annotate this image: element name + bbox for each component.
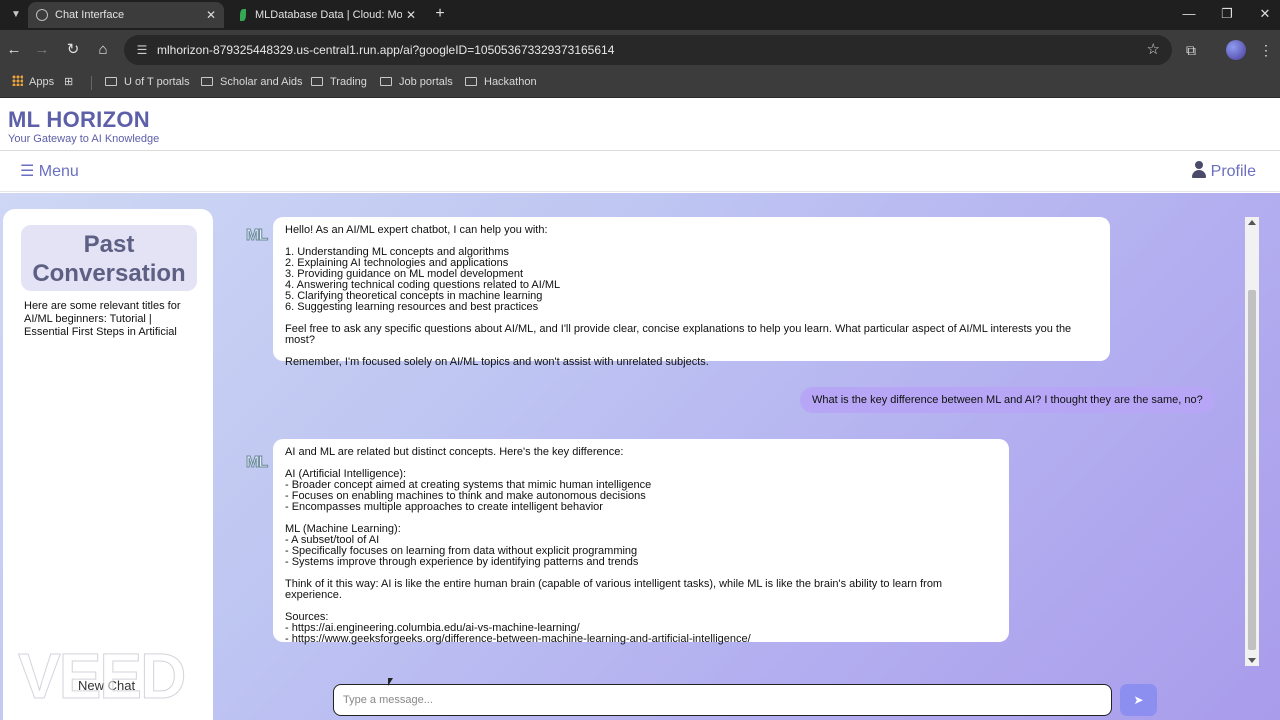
bookmark-label: Scholar and Aids — [220, 76, 303, 88]
bot-message: Hello! As an AI/ML expert chatbot, I can… — [273, 217, 1110, 368]
folder-icon — [105, 77, 117, 86]
bookmark-folder[interactable]: Hackathon — [465, 70, 537, 96]
forward-arrow-icon[interactable]: → — [31, 39, 53, 61]
browser-tab-strip: ▼ Chat Interface ✕ MLDatabase Data | Clo… — [0, 0, 1280, 30]
close-icon[interactable]: ✕ — [406, 2, 416, 28]
bookmark-label: Trading — [330, 76, 367, 88]
send-button[interactable]: ➤ — [1120, 684, 1157, 716]
url-text: mlhorizon-879325448329.us-central1.run.a… — [157, 43, 615, 57]
chat-window: ML Hello! As an AI/ML expert chatbot, I … — [230, 209, 1260, 669]
close-icon[interactable]: ✕ — [206, 2, 216, 28]
app-subtitle: Your Gateway to AI Knowledge — [8, 133, 160, 145]
bookmark-apps[interactable]: Apps — [12, 70, 54, 96]
globe-icon — [36, 9, 48, 21]
new-tab-button[interactable]: + — [430, 4, 450, 24]
veed-watermark: VEED — [18, 640, 187, 712]
folder-icon — [311, 77, 323, 86]
folder-icon — [201, 77, 213, 86]
close-window-button[interactable]: ✕ — [1250, 4, 1280, 24]
back-arrow-icon[interactable]: ← — [3, 39, 25, 61]
app-header: ML HORIZON Your Gateway to AI Knowledge — [0, 99, 1280, 151]
bookmark-folder[interactable]: Job portals — [380, 70, 453, 96]
scroll-up-arrow-icon[interactable] — [1248, 220, 1256, 225]
scrollbar-thumb[interactable] — [1248, 290, 1256, 650]
app-title[interactable]: ML HORIZON — [8, 107, 150, 133]
message-input[interactable] — [333, 684, 1112, 716]
scroll-down-arrow-icon[interactable] — [1248, 658, 1256, 663]
tab-mldatabase[interactable]: MLDatabase Data | Cloud: Mon ✕ — [228, 2, 424, 28]
profile-button[interactable]: Profile — [1191, 152, 1256, 192]
restore-button[interactable]: ❐ — [1212, 4, 1242, 24]
profile-label: Profile — [1210, 163, 1256, 180]
site-settings-icon[interactable]: ☰ — [134, 42, 150, 58]
leaf-icon — [240, 9, 246, 21]
address-bar[interactable]: ☰ mlhorizon-879325448329.us-central1.run… — [124, 35, 1172, 65]
tab-title: MLDatabase Data | Cloud: Mon — [255, 9, 402, 21]
bookmark-star-icon[interactable]: ☆ — [1147, 41, 1160, 59]
menu-button[interactable]: ☰ Menu — [20, 152, 79, 192]
folder-icon — [465, 77, 477, 86]
tab-chat-interface[interactable]: Chat Interface ✕ — [28, 2, 224, 28]
past-conversation-item[interactable]: Here are some relevant titles for AI/ML … — [24, 300, 194, 339]
bookmarks-divider — [91, 76, 92, 90]
past-conversation-heading: Past Conversation — [21, 225, 197, 291]
tab-search-icon[interactable]: ▼ — [6, 5, 26, 25]
bookmarks-bar: Apps ⊞ U of T portals Scholar and Aids T… — [0, 70, 1280, 98]
mouse-cursor-icon — [388, 678, 396, 690]
user-icon — [1191, 161, 1207, 179]
bookmark-folder[interactable]: Trading — [311, 70, 367, 96]
chat-scrollbar[interactable] — [1245, 217, 1259, 666]
bot-avatar: ML — [246, 227, 269, 245]
main-area: Past Conversation Here are some relevant… — [0, 193, 1280, 720]
bookmark-label: U of T portals — [124, 76, 190, 88]
browser-profile-avatar[interactable] — [1226, 40, 1246, 60]
tab-title: Chat Interface — [55, 9, 125, 21]
menu-bar: ☰ Menu Profile — [0, 152, 1280, 192]
tab-groups-icon[interactable]: ⊞ — [64, 70, 73, 96]
extensions-icon[interactable]: ⧉ — [1180, 39, 1202, 61]
bookmark-folder[interactable]: U of T portals — [105, 70, 190, 96]
bot-avatar: ML — [246, 454, 269, 472]
bookmark-folder[interactable]: Scholar and Aids — [201, 70, 303, 96]
user-message: What is the key difference between ML an… — [800, 387, 1215, 413]
bot-message: AI and ML are related but distinct conce… — [273, 439, 1009, 645]
apps-grid-icon — [12, 75, 23, 86]
minimize-button[interactable]: — — [1174, 4, 1204, 24]
kebab-menu-icon[interactable]: ⋮ — [1255, 39, 1277, 61]
bookmark-label: Hackathon — [484, 76, 537, 88]
folder-icon — [380, 77, 392, 86]
home-icon[interactable]: ⌂ — [92, 39, 114, 61]
reload-icon[interactable]: ↻ — [62, 39, 84, 61]
browser-toolbar: ← → ↻ ⌂ ☰ mlhorizon-879325448329.us-cent… — [0, 30, 1280, 70]
bookmark-label: Apps — [29, 76, 55, 88]
bookmark-label: Job portals — [399, 76, 453, 88]
